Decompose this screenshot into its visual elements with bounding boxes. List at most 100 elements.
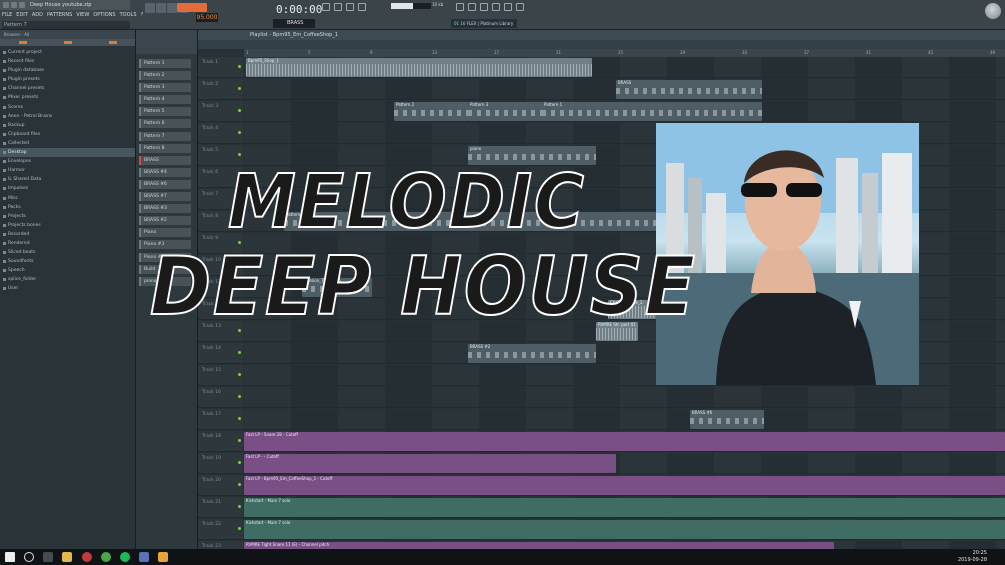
- picker-item[interactable]: Pattern 1: [139, 59, 195, 71]
- menu-options[interactable]: OPTIONS: [93, 11, 115, 20]
- microphone-icon[interactable]: [480, 3, 488, 11]
- track-lane[interactable]: BRASS #6: [244, 409, 1005, 430]
- opera-icon[interactable]: [82, 552, 92, 562]
- spotify-icon[interactable]: [120, 552, 130, 562]
- track-active-led[interactable]: [238, 65, 241, 68]
- browser-item[interactable]: Clipboard files: [0, 130, 135, 139]
- playlist-clip[interactable]: Fast LP - Snare 28 - Cutoff: [244, 432, 1005, 451]
- metronome-icon[interactable]: [456, 3, 464, 11]
- track-active-led[interactable]: [238, 461, 241, 464]
- track-header[interactable]: Track 15: [198, 365, 243, 386]
- track-active-led[interactable]: [238, 109, 241, 112]
- minimize-icon[interactable]: [11, 2, 17, 8]
- track-active-led[interactable]: [238, 87, 241, 90]
- browser-item[interactable]: Projects: [0, 212, 135, 221]
- cut-icon[interactable]: [468, 3, 476, 11]
- track-lane[interactable]: Fast LP - - Cutoff: [244, 453, 1005, 474]
- close-icon[interactable]: [19, 2, 25, 8]
- track-header[interactable]: Track 22: [198, 519, 243, 540]
- browser-item[interactable]: Speech: [0, 266, 135, 275]
- track-header[interactable]: Track 2: [198, 79, 243, 100]
- browser-item[interactable]: Recorded: [0, 230, 135, 239]
- fl-studio-task-icon[interactable]: [158, 552, 168, 562]
- browser-tab-folder[interactable]: [63, 41, 72, 44]
- track-header[interactable]: Track 1: [198, 57, 243, 78]
- track-active-led[interactable]: [238, 131, 241, 134]
- track-header[interactable]: Track 14: [198, 343, 243, 364]
- gear-icon[interactable]: [516, 3, 524, 11]
- browser-item[interactable]: Harmor: [0, 166, 135, 175]
- track-lane[interactable]: Bpm95_Shop_1: [244, 57, 1005, 78]
- playlist-clip[interactable]: Kickstart - Main 7 solo: [244, 520, 1005, 539]
- track-lane[interactable]: Fast LP - Bpm95_Em_CoffeeShop_1 - Cutoff: [244, 475, 1005, 496]
- browser-item[interactable]: IL Shared Data: [0, 175, 135, 184]
- picker-item[interactable]: Pattern 4: [139, 95, 195, 107]
- start-icon[interactable]: [5, 552, 15, 562]
- track-active-led[interactable]: [238, 527, 241, 530]
- playlist-clip[interactable]: Pattern 1: [542, 102, 762, 121]
- track-header[interactable]: Track 16: [198, 387, 243, 408]
- track-active-led[interactable]: [238, 373, 241, 376]
- track-lane[interactable]: [244, 387, 1005, 408]
- browser-item[interactable]: splice_folder: [0, 275, 135, 284]
- browser-item[interactable]: Sliced beats: [0, 248, 135, 257]
- track-active-led[interactable]: [238, 351, 241, 354]
- channel-rack-icon[interactable]: [346, 3, 354, 11]
- track-active-led[interactable]: [238, 505, 241, 508]
- playlist-clip[interactable]: Kickstart - Main 7 solo: [244, 498, 1005, 517]
- timeline-ruler[interactable]: 1 5 9 13 17 21 25 29 33 37 41 45 49: [244, 49, 1005, 57]
- browser-item[interactable]: Soundfonts: [0, 257, 135, 266]
- track-lane[interactable]: Kickstart - Main 7 solo: [244, 497, 1005, 518]
- browser-item[interactable]: Mixer presets: [0, 93, 135, 102]
- file-explorer-icon[interactable]: [62, 552, 72, 562]
- search-icon[interactable]: [24, 552, 34, 562]
- picker-item[interactable]: Pattern 7: [139, 131, 195, 144]
- picker-item[interactable]: Pattern 2: [139, 71, 195, 83]
- pattern-song-icon[interactable]: [145, 3, 155, 13]
- play-icon[interactable]: [156, 3, 166, 13]
- browser-item[interactable]: User: [0, 284, 135, 293]
- tempo-display[interactable]: 95.000: [196, 13, 218, 22]
- piano-roll-icon[interactable]: [334, 3, 342, 11]
- playlist-clip[interactable]: Pattern 3: [468, 102, 542, 121]
- menu-tools[interactable]: TOOLS: [120, 11, 137, 20]
- picker-item[interactable]: Pattern 3: [139, 83, 195, 95]
- track-lane[interactable]: Pattern 2 Pattern 3 Pattern 1: [244, 101, 1005, 122]
- menu-add[interactable]: ADD: [32, 11, 43, 20]
- picker-item[interactable]: Pattern 5: [139, 107, 195, 119]
- track-header[interactable]: Track 17: [198, 409, 243, 430]
- browser-item[interactable]: Recent files: [0, 57, 135, 66]
- system-clock[interactable]: 20:25 2019-09-28: [958, 550, 987, 563]
- browser-item[interactable]: Desktop: [0, 148, 135, 158]
- menu-view[interactable]: VIEW: [76, 11, 89, 20]
- playlist-clip[interactable]: Fast LP - - Cutoff: [244, 454, 616, 473]
- browser-item[interactable]: Scores: [0, 103, 135, 112]
- browser-item[interactable]: Packs: [0, 203, 135, 212]
- track-active-led[interactable]: [238, 395, 241, 398]
- playlist-clip[interactable]: Fast LP - Bpm95_Em_CoffeeShop_1 - Cutoff: [244, 476, 1005, 495]
- playlist-icon[interactable]: [322, 3, 330, 11]
- browser-item[interactable]: Plugin database: [0, 66, 135, 75]
- browser-item[interactable]: Plugin presets: [0, 75, 135, 84]
- playlist-clip[interactable]: Bpm95_Shop_1: [246, 58, 592, 77]
- pattern-mode-button[interactable]: [177, 3, 207, 12]
- playlist-clip[interactable]: Pattern 2: [394, 102, 468, 121]
- browser-item[interactable]: Projects bones: [0, 221, 135, 230]
- menu-help[interactable]: ?: [141, 11, 144, 20]
- mixer-icon[interactable]: [358, 3, 366, 11]
- browser-tab-all[interactable]: [18, 41, 27, 44]
- track-active-led[interactable]: [238, 439, 241, 442]
- menu-file[interactable]: FILE: [2, 11, 12, 20]
- track-header[interactable]: Track 18: [198, 431, 243, 452]
- playlist-clip[interactable]: BRASS: [616, 80, 762, 99]
- browser-item[interactable]: Impulses: [0, 184, 135, 193]
- browser-item[interactable]: Channel presets: [0, 84, 135, 93]
- browser-icon[interactable]: [504, 3, 512, 11]
- browser-item[interactable]: Misc: [0, 194, 135, 203]
- browser-item[interactable]: Collected: [0, 139, 135, 148]
- track-active-led[interactable]: [238, 153, 241, 156]
- browser-item[interactable]: Backup: [0, 121, 135, 130]
- track-header[interactable]: Track 20: [198, 475, 243, 496]
- track-active-led[interactable]: [238, 417, 241, 420]
- browser-item[interactable]: Envelopes: [0, 157, 135, 166]
